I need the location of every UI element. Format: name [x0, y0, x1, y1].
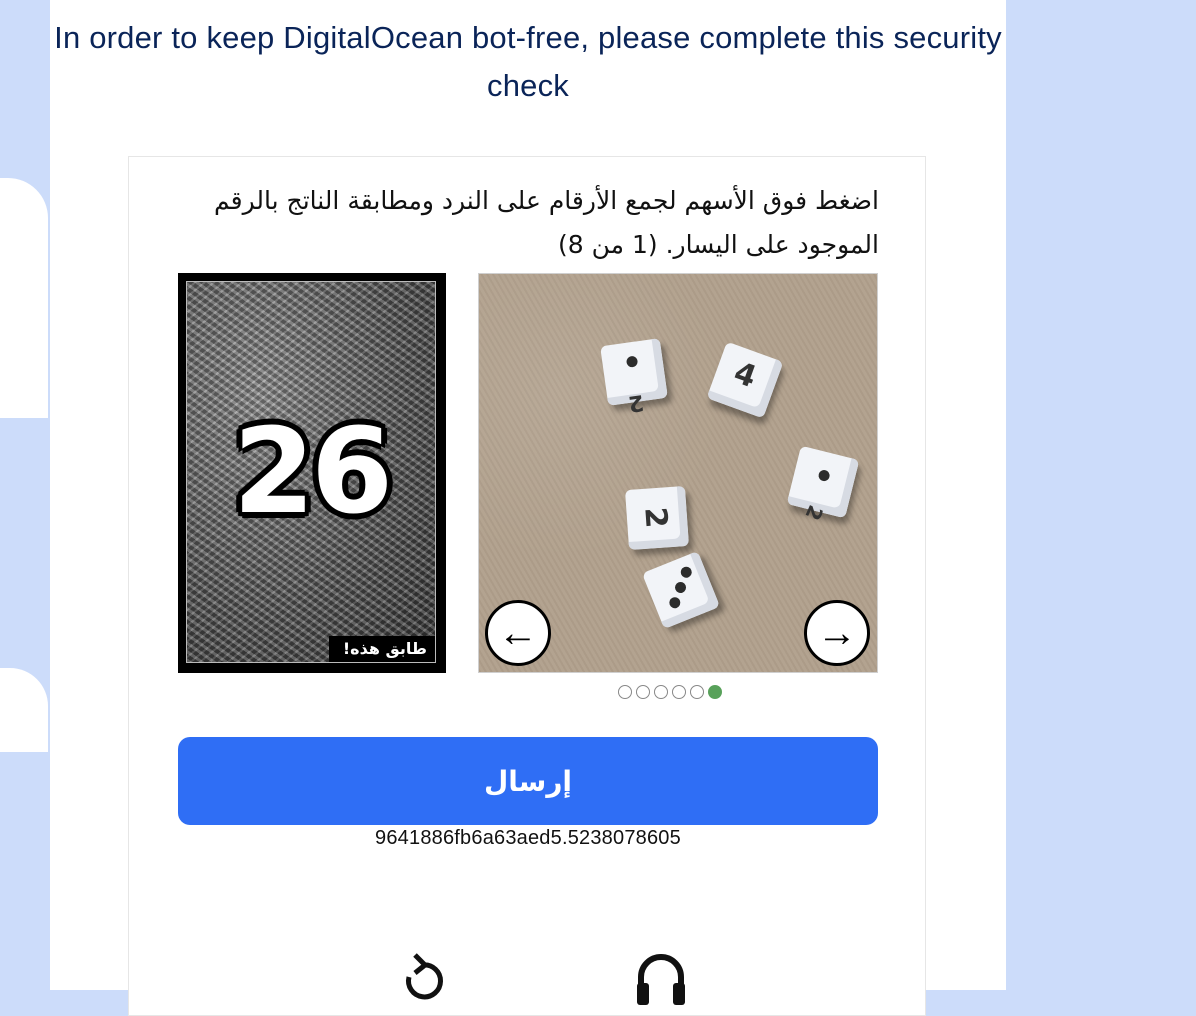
die-face-number: 2 [626, 389, 646, 416]
previous-arrow-button[interactable]: ← [485, 600, 551, 666]
match-this-label: طابق هذه! [328, 636, 435, 662]
pagination-dot [636, 685, 650, 699]
die-pip [667, 595, 682, 610]
background-cloud [0, 178, 48, 418]
target-reference-image: 26 طابق هذه! [178, 273, 446, 673]
next-arrow-button[interactable]: → [804, 600, 870, 666]
target-image-background: 26 طابق هذه! [186, 281, 436, 663]
die-pip [679, 565, 694, 580]
security-check-panel: In order to keep DigitalOcean bot-free, … [50, 0, 1006, 1016]
dice-image: 2 4 2 2 ← → [478, 273, 878, 673]
die-pip [625, 355, 639, 368]
die: 4 [706, 341, 784, 419]
pagination-dot-active [708, 685, 722, 699]
pagination-dot [654, 685, 668, 699]
audio-icon[interactable] [631, 947, 691, 1007]
submit-button[interactable]: إرسال [178, 737, 878, 825]
background-cloud [0, 668, 48, 752]
pagination-dot [690, 685, 704, 699]
arrow-right-icon: → [817, 611, 857, 655]
captcha-widget: اضغط فوق الأسهم لجمع الأرقام على النرد و… [128, 156, 926, 1016]
die: 2 [786, 445, 860, 524]
pagination-dot [672, 685, 686, 699]
pagination-dot [618, 685, 632, 699]
die-face-number: 2 [800, 501, 829, 525]
die-face-number: 2 [637, 505, 674, 530]
target-number: 26 [232, 402, 393, 540]
die: 2 [600, 338, 668, 416]
captcha-instruction: اضغط فوق الأسهم لجمع الأرقام على النرد و… [214, 186, 879, 259]
pagination-dots [618, 685, 722, 703]
page-headline: In order to keep DigitalOcean bot-free, … [54, 20, 1002, 103]
die-pip [673, 580, 688, 595]
die-face-number: 4 [729, 355, 761, 396]
session-id: 9641886fb6a63aed5.5238078605 [375, 827, 681, 849]
die-pip [817, 468, 831, 483]
reload-icon[interactable] [393, 947, 453, 1007]
die [641, 550, 721, 630]
arrow-left-icon: ← [498, 611, 538, 655]
die: 2 [624, 485, 690, 551]
